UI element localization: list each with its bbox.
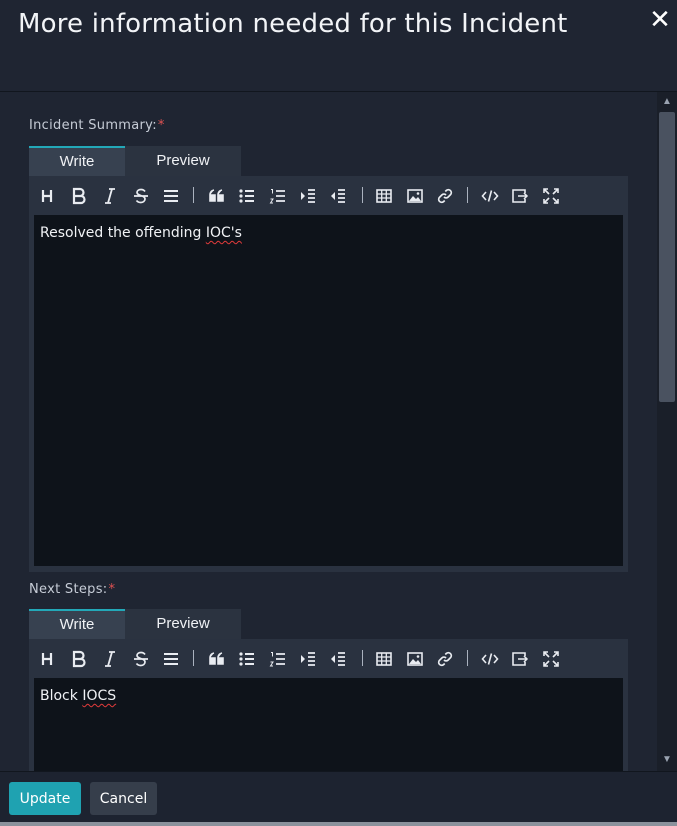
close-icon[interactable]: ✕ [647, 6, 673, 34]
italic-icon[interactable] [99, 648, 121, 670]
editor-text: Block [40, 688, 83, 704]
code-icon[interactable] [479, 185, 501, 207]
align-icon[interactable] [160, 648, 182, 670]
bullet-list-icon[interactable] [236, 648, 258, 670]
required-marker: * [157, 118, 165, 133]
toolbar-divider [467, 187, 468, 203]
editor-toolbar [29, 639, 628, 677]
align-icon[interactable] [160, 185, 182, 207]
strikethrough-icon[interactable] [130, 648, 152, 670]
spellcheck-flagged-word: IOCS [82, 688, 117, 704]
scroll-up-icon[interactable]: ▲ [657, 95, 677, 109]
tab-preview[interactable]: Preview [125, 146, 241, 176]
outdent-icon[interactable] [327, 648, 349, 670]
toolbar-divider [193, 650, 194, 666]
image-icon[interactable] [404, 648, 426, 670]
editor-text: Resolved the offending [40, 225, 206, 241]
tab-write[interactable]: Write [29, 146, 125, 176]
incident-summary-textarea[interactable]: Resolved the offending IOC's [34, 215, 623, 566]
toolbar-divider [193, 187, 194, 203]
outdent-icon[interactable] [327, 185, 349, 207]
toolbar-divider [362, 187, 363, 203]
tab-write[interactable]: Write [29, 609, 125, 639]
heading-icon[interactable] [38, 648, 60, 670]
italic-icon[interactable] [99, 185, 121, 207]
scroll-down-icon[interactable]: ▼ [657, 753, 677, 767]
table-icon[interactable] [373, 648, 395, 670]
preview-icon[interactable] [509, 648, 531, 670]
quote-icon[interactable] [206, 648, 228, 670]
next-steps-textarea[interactable]: Block IOCS [34, 678, 623, 771]
scrollbar-thumb[interactable] [659, 112, 675, 402]
dialog-header: More information needed for this Inciden… [0, 0, 677, 92]
field-label-text: Incident Summary: [29, 118, 157, 133]
strikethrough-icon[interactable] [130, 185, 152, 207]
indent-icon[interactable] [297, 648, 319, 670]
numbered-list-icon[interactable] [267, 648, 289, 670]
bold-icon[interactable] [68, 648, 90, 670]
toolbar-divider [362, 650, 363, 666]
field-label-text: Next Steps: [29, 582, 108, 597]
dialog-body: Incident Summary:* Write Preview Resolve… [0, 92, 657, 771]
fullscreen-icon[interactable] [540, 185, 562, 207]
dialog-title: More information needed for this Inciden… [18, 9, 568, 39]
fullscreen-icon[interactable] [540, 648, 562, 670]
next-steps-tabs: Write Preview [29, 609, 241, 639]
dialog-scrollbar[interactable]: ▲ ▼ [657, 92, 677, 771]
image-icon[interactable] [404, 185, 426, 207]
incident-summary-label: Incident Summary:* [29, 118, 165, 133]
required-marker: * [108, 582, 116, 597]
heading-icon[interactable] [38, 185, 60, 207]
bullet-list-icon[interactable] [236, 185, 258, 207]
incident-summary-editor: Resolved the offending IOC's [29, 176, 628, 572]
editor-toolbar [29, 176, 628, 214]
next-steps-label: Next Steps:* [29, 582, 115, 597]
table-icon[interactable] [373, 185, 395, 207]
next-steps-editor: Block IOCS [29, 639, 628, 771]
toolbar-divider [467, 650, 468, 666]
window-bottom-edge [0, 822, 677, 826]
code-icon[interactable] [479, 648, 501, 670]
tab-preview[interactable]: Preview [125, 609, 241, 639]
update-button[interactable]: Update [9, 782, 81, 815]
cancel-button[interactable]: Cancel [90, 782, 157, 815]
indent-icon[interactable] [297, 185, 319, 207]
quote-icon[interactable] [206, 185, 228, 207]
link-icon[interactable] [434, 648, 456, 670]
preview-icon[interactable] [509, 185, 531, 207]
dialog-footer: Update Cancel [0, 771, 677, 826]
bold-icon[interactable] [68, 185, 90, 207]
spellcheck-flagged-word: IOC's [205, 225, 242, 241]
numbered-list-icon[interactable] [267, 185, 289, 207]
link-icon[interactable] [434, 185, 456, 207]
incident-summary-tabs: Write Preview [29, 146, 241, 176]
